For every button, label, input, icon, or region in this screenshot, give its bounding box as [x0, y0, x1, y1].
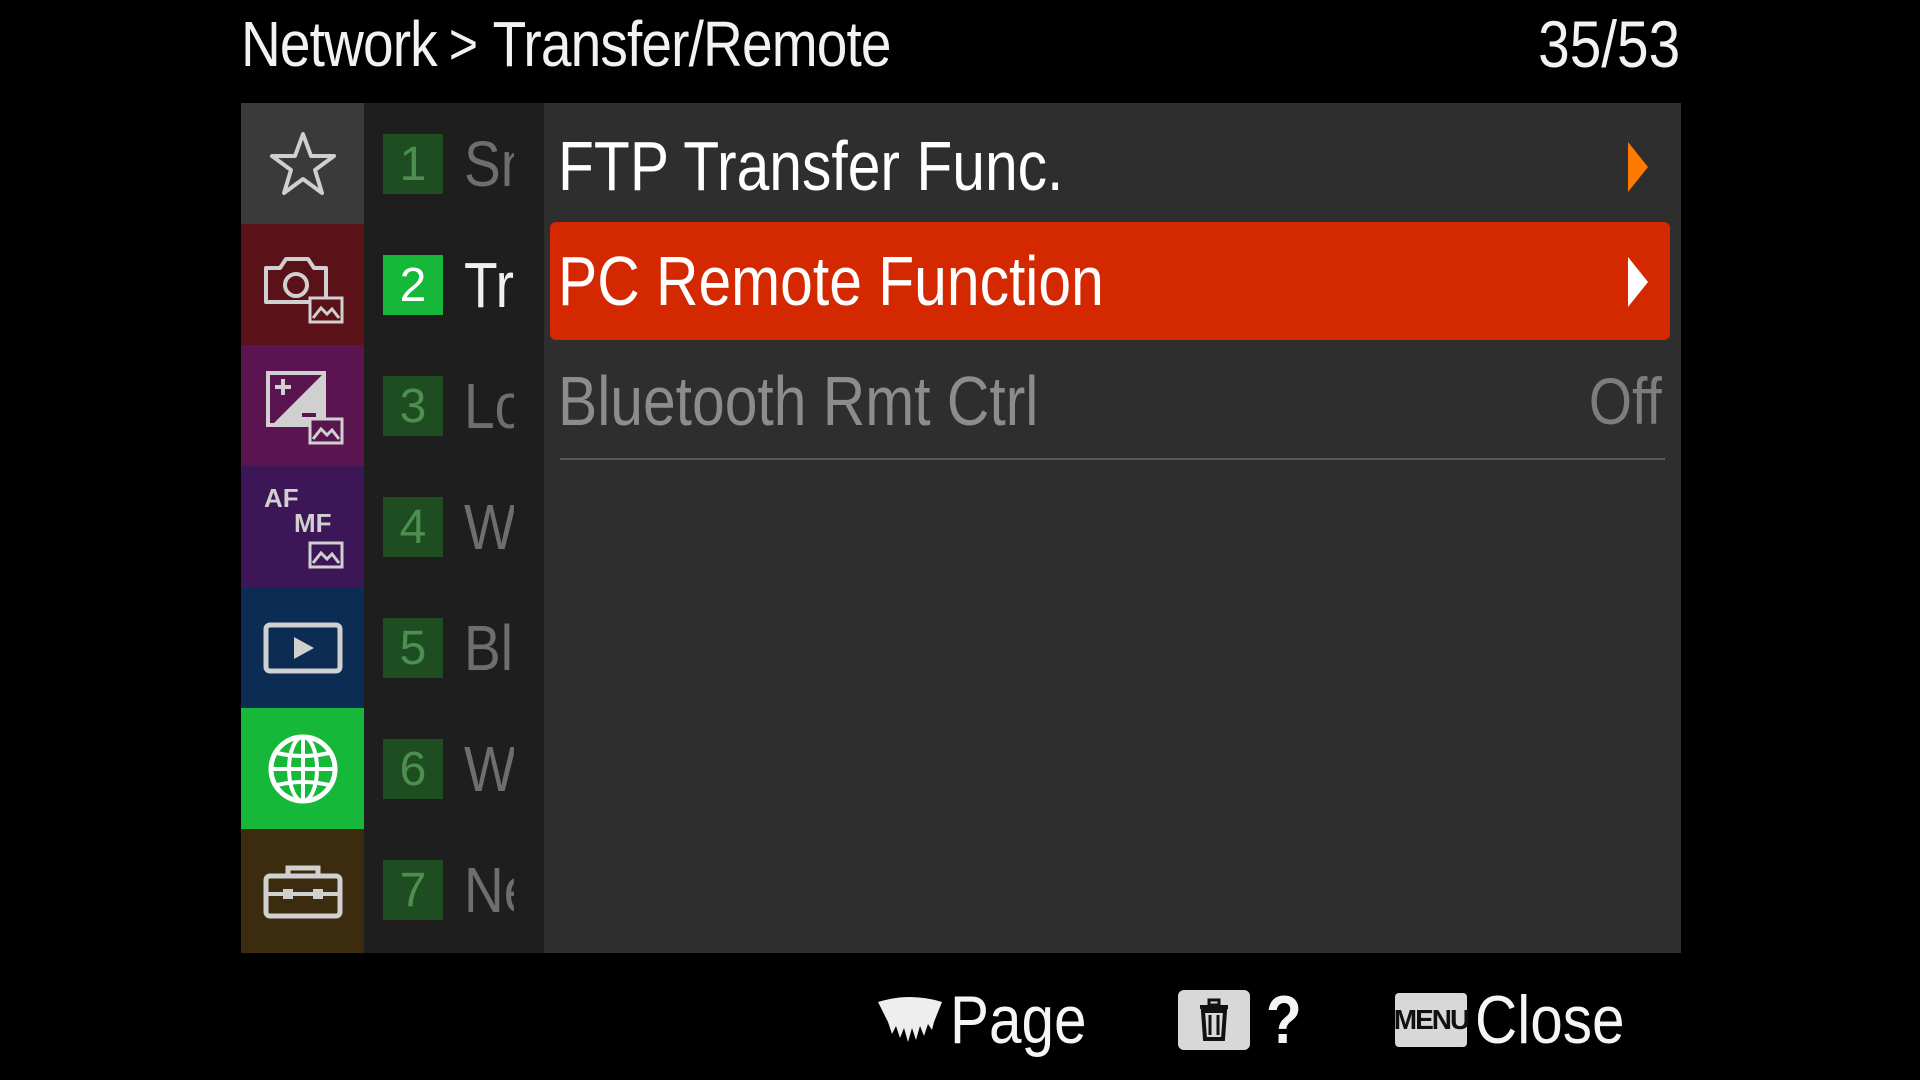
page-number-column: 1 Sn 2 Tr 3 Lo 4 W 5 Bl 6 W 7 Ne [364, 103, 544, 953]
menu-item-label: FTP Transfer Func. [558, 127, 1064, 205]
submenu-arrow-icon [1628, 257, 1648, 307]
page-tab-7[interactable]: 7 Ne [364, 829, 544, 950]
trash-button-icon [1178, 990, 1250, 1050]
page-number-badge: 4 [383, 497, 443, 557]
network-globe-icon [268, 734, 337, 803]
category-tab-setup[interactable] [241, 829, 364, 953]
page-tab-5[interactable]: 5 Bl [364, 587, 544, 708]
star-icon [269, 131, 336, 195]
page-label: Bl [464, 613, 513, 683]
page-hint-label: Page [950, 982, 1087, 1058]
list-divider [560, 458, 1665, 460]
page-label: W [464, 492, 514, 562]
playback-icon [263, 622, 342, 673]
page-label: Sn [464, 129, 514, 199]
page-number-badge: 2 [383, 255, 443, 315]
menu-item-value: Off [1589, 364, 1662, 438]
exposure-photo-icon [265, 370, 343, 444]
category-tab-shooting[interactable] [241, 224, 364, 345]
category-tab-focus[interactable]: AF MF [241, 466, 364, 587]
page-number-badge: 3 [383, 376, 443, 436]
page-number-badge: 7 [383, 860, 443, 920]
breadcrumb: Network > Transfer/Remote [241, 4, 891, 84]
breadcrumb-parent: Network [241, 8, 438, 80]
breadcrumb-separator: > [448, 11, 478, 77]
setup-toolbox-icon [263, 865, 342, 919]
menu-item-bluetooth-rmt-ctrl[interactable]: Bluetooth Rmt Ctrl Off [550, 342, 1670, 460]
footer-page-hint: Page [874, 975, 1109, 1065]
menu-button-icon: MENU [1394, 993, 1470, 1047]
footer-help-hint: ? [1178, 975, 1308, 1065]
menu-item-label: PC Remote Function [558, 242, 1104, 320]
help-hint-label: ? [1266, 982, 1302, 1058]
category-tab-network[interactable] [241, 708, 364, 829]
close-hint-label: Close [1475, 982, 1625, 1058]
category-column: AF MF [241, 103, 364, 953]
menu-panel: AF MF 1 S 2 Tr 3 L 4 W 5 Bl 6 W 7 N FTP … [241, 103, 1681, 953]
trash-icon [1200, 998, 1228, 1041]
page-tab-3[interactable]: 3 Lo [364, 345, 544, 466]
menu-items-list: FTP Transfer Func. PC Remote Function Bl… [544, 103, 1681, 953]
af-mf-photo-icon: AF MF [264, 483, 343, 568]
page-label: Tr [464, 250, 514, 320]
page-tab-6[interactable]: 6 W [364, 708, 544, 829]
page-tab-1[interactable]: 1 Sn [364, 103, 544, 224]
menu-item-label: Bluetooth Rmt Ctrl [558, 362, 1039, 440]
category-tab-exposure[interactable] [241, 345, 364, 466]
camera-photo-icon [263, 256, 343, 323]
page-label: Ne [464, 855, 514, 925]
page-tab-2[interactable]: 2 Tr [364, 224, 544, 345]
page-tab-4[interactable]: 4 W [364, 466, 544, 587]
category-tab-playback[interactable] [241, 587, 364, 708]
footer-close-hint: MENU Close [1394, 975, 1649, 1065]
page-number-badge: 5 [383, 618, 443, 678]
control-dial-icon [878, 997, 942, 1042]
menu-item-ftp-transfer-func[interactable]: FTP Transfer Func. [550, 107, 1670, 225]
breadcrumb-current: Transfer/Remote [492, 8, 892, 80]
page-label: Lo [464, 371, 514, 441]
submenu-arrow-icon [1628, 142, 1648, 192]
menu-item-pc-remote-function[interactable]: PC Remote Function [550, 222, 1670, 340]
page-number-badge: 6 [383, 739, 443, 799]
page-number-badge: 1 [383, 134, 443, 194]
mf-label: MF [294, 508, 332, 538]
page-counter: 35/53 [1537, 7, 1680, 81]
category-tab-favorites[interactable] [241, 103, 364, 224]
page-label: W [464, 734, 514, 804]
